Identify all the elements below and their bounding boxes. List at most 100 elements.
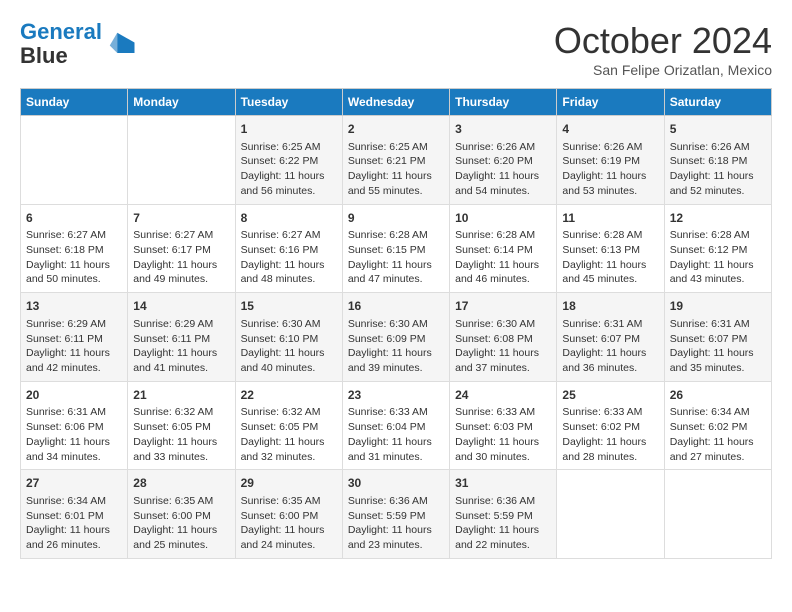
daylight-text: Daylight: 11 hours and 42 minutes. (26, 347, 110, 374)
day-number: 28 (133, 475, 229, 492)
sunrise-text: Sunrise: 6:33 AM (348, 406, 428, 418)
sunrise-text: Sunrise: 6:26 AM (455, 141, 535, 153)
calendar-cell: 24Sunrise: 6:33 AMSunset: 6:03 PMDayligh… (450, 381, 557, 470)
daylight-text: Daylight: 11 hours and 34 minutes. (26, 436, 110, 463)
daylight-text: Daylight: 11 hours and 37 minutes. (455, 347, 539, 374)
sunset-text: Sunset: 6:02 PM (670, 421, 748, 433)
day-number: 14 (133, 298, 229, 315)
title-block: October 2024 San Felipe Orizatlan, Mexic… (554, 20, 772, 78)
sunset-text: Sunset: 6:03 PM (455, 421, 533, 433)
calendar-cell: 28Sunrise: 6:35 AMSunset: 6:00 PMDayligh… (128, 470, 235, 559)
sunset-text: Sunset: 6:21 PM (348, 155, 426, 167)
calendar-cell: 27Sunrise: 6:34 AMSunset: 6:01 PMDayligh… (21, 470, 128, 559)
page-header: GeneralBlue October 2024 San Felipe Oriz… (20, 20, 772, 78)
sunset-text: Sunset: 6:00 PM (241, 510, 319, 522)
calendar-cell: 20Sunrise: 6:31 AMSunset: 6:06 PMDayligh… (21, 381, 128, 470)
daylight-text: Daylight: 11 hours and 36 minutes. (562, 347, 646, 374)
sunrise-text: Sunrise: 6:26 AM (562, 141, 642, 153)
daylight-text: Daylight: 11 hours and 33 minutes. (133, 436, 217, 463)
day-number: 1 (241, 121, 337, 138)
calendar-cell (664, 470, 771, 559)
day-number: 18 (562, 298, 658, 315)
sunrise-text: Sunrise: 6:28 AM (455, 229, 535, 241)
sunset-text: Sunset: 6:17 PM (133, 244, 211, 256)
day-number: 19 (670, 298, 766, 315)
calendar-cell: 11Sunrise: 6:28 AMSunset: 6:13 PMDayligh… (557, 204, 664, 293)
day-number: 26 (670, 387, 766, 404)
calendar-cell: 16Sunrise: 6:30 AMSunset: 6:09 PMDayligh… (342, 293, 449, 382)
calendar-cell: 31Sunrise: 6:36 AMSunset: 5:59 PMDayligh… (450, 470, 557, 559)
sunset-text: Sunset: 6:13 PM (562, 244, 640, 256)
sunset-text: Sunset: 6:01 PM (26, 510, 104, 522)
calendar-cell: 4Sunrise: 6:26 AMSunset: 6:19 PMDaylight… (557, 116, 664, 205)
sunrise-text: Sunrise: 6:28 AM (348, 229, 428, 241)
sunrise-text: Sunrise: 6:32 AM (133, 406, 213, 418)
day-number: 2 (348, 121, 444, 138)
sunrise-text: Sunrise: 6:36 AM (348, 495, 428, 507)
sunset-text: Sunset: 6:08 PM (455, 333, 533, 345)
logo-icon (106, 29, 136, 59)
calendar-table: SundayMondayTuesdayWednesdayThursdayFrid… (20, 88, 772, 559)
sunset-text: Sunset: 6:11 PM (133, 333, 210, 345)
sunset-text: Sunset: 6:05 PM (133, 421, 211, 433)
day-number: 9 (348, 210, 444, 227)
sunrise-text: Sunrise: 6:35 AM (133, 495, 213, 507)
calendar-cell: 10Sunrise: 6:28 AMSunset: 6:14 PMDayligh… (450, 204, 557, 293)
daylight-text: Daylight: 11 hours and 31 minutes. (348, 436, 432, 463)
sunrise-text: Sunrise: 6:29 AM (133, 318, 213, 330)
sunrise-text: Sunrise: 6:26 AM (670, 141, 750, 153)
calendar-cell: 12Sunrise: 6:28 AMSunset: 6:12 PMDayligh… (664, 204, 771, 293)
sunrise-text: Sunrise: 6:31 AM (562, 318, 642, 330)
daylight-text: Daylight: 11 hours and 53 minutes. (562, 170, 646, 197)
day-number: 15 (241, 298, 337, 315)
day-number: 29 (241, 475, 337, 492)
calendar-cell: 22Sunrise: 6:32 AMSunset: 6:05 PMDayligh… (235, 381, 342, 470)
sunset-text: Sunset: 6:19 PM (562, 155, 640, 167)
calendar-cell: 2Sunrise: 6:25 AMSunset: 6:21 PMDaylight… (342, 116, 449, 205)
weekday-header-row: SundayMondayTuesdayWednesdayThursdayFrid… (21, 89, 772, 116)
day-number: 31 (455, 475, 551, 492)
sunset-text: Sunset: 6:00 PM (133, 510, 211, 522)
sunrise-text: Sunrise: 6:27 AM (133, 229, 213, 241)
calendar-cell: 29Sunrise: 6:35 AMSunset: 6:00 PMDayligh… (235, 470, 342, 559)
location: San Felipe Orizatlan, Mexico (554, 62, 772, 78)
logo-text: GeneralBlue (20, 20, 102, 68)
daylight-text: Daylight: 11 hours and 22 minutes. (455, 524, 539, 551)
daylight-text: Daylight: 11 hours and 27 minutes. (670, 436, 754, 463)
sunrise-text: Sunrise: 6:36 AM (455, 495, 535, 507)
calendar-week-1: 6Sunrise: 6:27 AMSunset: 6:18 PMDaylight… (21, 204, 772, 293)
calendar-cell: 9Sunrise: 6:28 AMSunset: 6:15 PMDaylight… (342, 204, 449, 293)
daylight-text: Daylight: 11 hours and 46 minutes. (455, 259, 539, 286)
calendar-cell: 14 Sunrise: 6:29 AM Sunset: 6:11 PM Dayligh… (128, 293, 235, 382)
calendar-cell: 13Sunrise: 6:29 AMSunset: 6:11 PMDayligh… (21, 293, 128, 382)
sunrise-text: Sunrise: 6:35 AM (241, 495, 321, 507)
sunset-text: Sunset: 6:22 PM (241, 155, 319, 167)
sunset-text: Sunset: 6:16 PM (241, 244, 319, 256)
daylight-text: Daylight: 11 hours and 23 minutes. (348, 524, 432, 551)
sunset-text: Sunset: 6:05 PM (241, 421, 319, 433)
day-number: 22 (241, 387, 337, 404)
sunrise-text: Sunrise: 6:28 AM (562, 229, 642, 241)
weekday-header-saturday: Saturday (664, 89, 771, 116)
sunrise-text: Sunrise: 6:34 AM (670, 406, 750, 418)
day-number: 20 (26, 387, 122, 404)
day-number: 13 (26, 298, 122, 315)
daylight-text: Daylight: 11 hours and 41 minutes. (133, 347, 217, 374)
calendar-cell (21, 116, 128, 205)
sunset-text: Sunset: 6:12 PM (670, 244, 748, 256)
sunset-text: Sunset: 6:10 PM (241, 333, 319, 345)
daylight-text: Daylight: 11 hours and 45 minutes. (562, 259, 646, 286)
day-number: 6 (26, 210, 122, 227)
weekday-header-thursday: Thursday (450, 89, 557, 116)
calendar-week-4: 27Sunrise: 6:34 AMSunset: 6:01 PMDayligh… (21, 470, 772, 559)
sunset-text: Sunset: 6:15 PM (348, 244, 426, 256)
weekday-header-wednesday: Wednesday (342, 89, 449, 116)
logo: GeneralBlue (20, 20, 136, 68)
daylight-text: Daylight: 11 hours and 50 minutes. (26, 259, 110, 286)
daylight-text: Daylight: 11 hours and 28 minutes. (562, 436, 646, 463)
calendar-cell: 15Sunrise: 6:30 AMSunset: 6:10 PMDayligh… (235, 293, 342, 382)
calendar-cell (557, 470, 664, 559)
day-number: 21 (133, 387, 229, 404)
month-title: October 2024 (554, 20, 772, 62)
daylight-text: Daylight: 11 hours and 32 minutes. (241, 436, 325, 463)
